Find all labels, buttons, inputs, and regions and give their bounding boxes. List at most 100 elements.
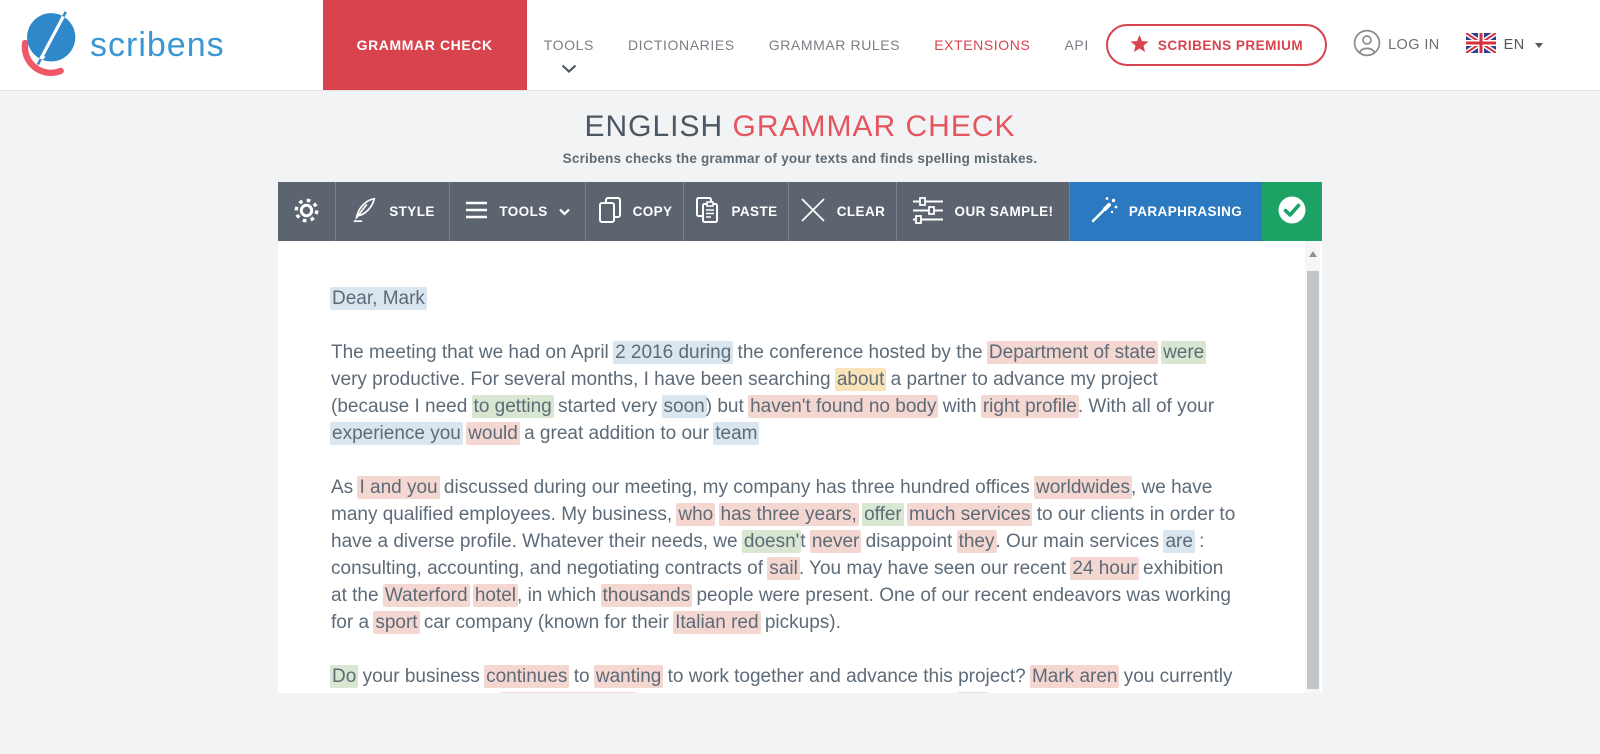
highlight-pink[interactable]: hotel <box>473 584 518 607</box>
text-segment: a great addition to our <box>519 423 714 444</box>
highlight-pink[interactable]: Waterford <box>383 584 470 607</box>
editor-scrollbar <box>1305 241 1320 693</box>
paragraph: Do your business continues to wanting to… <box>331 663 1236 693</box>
text-segment: The meeting that we had on April <box>331 342 614 363</box>
text-segment: . You may have seen our recent <box>799 558 1072 579</box>
page-subtitle: Scribens checks the grammar of your text… <box>0 151 1600 166</box>
highlight-pink[interactable]: sport <box>373 611 419 634</box>
editor-pane: Dear, Mark The meeting that we had on Apr… <box>278 241 1322 693</box>
highlight-pink[interactable]: haven't found no body <box>748 395 938 418</box>
highlight-blue[interactable]: experience you <box>330 422 463 445</box>
highlight-green[interactable]: were <box>1161 341 1206 364</box>
highlight-blue[interactable]: are <box>1163 530 1194 553</box>
nav-tools[interactable]: TOOLS <box>527 0 611 90</box>
nav-grammar-check[interactable]: GRAMMAR CHECK <box>323 0 527 90</box>
clipboard-icon <box>694 196 720 227</box>
main-nav: GRAMMAR CHECK TOOLS DICTIONARIES GRAMMAR… <box>323 0 1106 90</box>
highlight-green[interactable]: to getting <box>472 395 554 418</box>
highlight-green[interactable]: Do <box>330 665 358 688</box>
highlight-pink[interactable]: sail <box>767 557 800 580</box>
text-segment: discussed during our meeting, my company… <box>439 477 1035 498</box>
highlight-pink[interactable]: Italian red <box>673 611 760 634</box>
language-selector[interactable]: EN <box>1466 33 1543 57</box>
paste-button[interactable]: PASTE <box>684 182 789 241</box>
text-segment: your business <box>357 666 485 687</box>
page-body: ENGLISH GRAMMAR CHECK Scribens checks th… <box>0 90 1600 754</box>
text-segment: . With all of your <box>1078 396 1214 417</box>
grammar-editor: STYLE TOOLS <box>278 182 1322 693</box>
highlight-blue[interactable]: team <box>713 422 759 445</box>
paragraph: Dear, Mark <box>331 285 1236 312</box>
settings-button[interactable] <box>278 182 336 241</box>
nav-dictionaries[interactable]: DICTIONARIES <box>611 0 752 90</box>
nav-extensions[interactable]: EXTENSIONS <box>917 0 1047 90</box>
scrollbar-thumb[interactable] <box>1307 271 1319 689</box>
text-segment: to work together and advance this projec… <box>662 666 1031 687</box>
copy-button[interactable]: COPY <box>586 182 684 241</box>
editor-text[interactable]: Dear, Mark The meeting that we had on Apr… <box>278 241 1322 693</box>
highlight-pink[interactable]: would <box>466 422 520 445</box>
highlight-yellow[interactable]: about <box>835 368 887 391</box>
brand-name: scribens <box>90 26 225 65</box>
check-circle-icon <box>1277 195 1307 228</box>
highlight-pink[interactable]: right profile <box>981 395 1079 418</box>
page-title: ENGLISH GRAMMAR CHECK <box>0 110 1600 144</box>
person-icon <box>1353 29 1381 61</box>
highlight-pink[interactable]: Department of state <box>987 341 1158 364</box>
highlight-pink[interactable]: Mark aren <box>1030 665 1120 688</box>
text-segment: started very <box>553 396 663 417</box>
highlight-green[interactable]: doesn' <box>742 530 801 553</box>
our-sample-button[interactable]: OUR SAMPLE! <box>897 182 1070 241</box>
quill-icon <box>350 196 378 227</box>
login-button[interactable]: LOG IN <box>1353 29 1440 61</box>
language-code: EN <box>1504 37 1525 53</box>
brand-logo[interactable]: scribens <box>0 0 225 90</box>
highlight-pink[interactable]: who <box>676 503 715 526</box>
highlight-pink[interactable]: they <box>957 530 997 553</box>
menu-icon <box>465 201 488 222</box>
copy-icon <box>597 196 622 227</box>
highlight-blue[interactable]: Dear, Mark <box>330 287 427 310</box>
nav-grammar-rules[interactable]: GRAMMAR RULES <box>752 0 917 90</box>
premium-button[interactable]: SCRIBENS PREMIUM <box>1106 24 1327 66</box>
highlight-pink[interactable]: thousands <box>601 584 693 607</box>
clear-button[interactable]: CLEAR <box>789 182 897 241</box>
highlight-pink[interactable]: I and you <box>357 476 439 499</box>
hero: ENGLISH GRAMMAR CHECK Scribens checks th… <box>0 91 1600 166</box>
nav-api[interactable]: API <box>1047 0 1105 90</box>
text-segment: car company (known for their <box>419 612 675 633</box>
chevron-down-icon <box>561 60 577 76</box>
highlight-green[interactable]: offer <box>862 503 904 526</box>
text-segment: to <box>568 666 594 687</box>
text-segment: with <box>937 396 981 417</box>
highlight-green[interactable]: are <box>957 692 988 693</box>
magic-wand-icon <box>1090 196 1118 227</box>
paraphrasing-button[interactable]: PARAPHRASING <box>1070 182 1262 241</box>
tools-button[interactable]: TOOLS <box>450 182 586 241</box>
highlight-pink[interactable]: never <box>810 530 862 553</box>
text-segment: disappoint <box>860 531 957 552</box>
highlight-blue[interactable]: 2 2016 during <box>613 341 733 364</box>
highlight-pink[interactable]: continues <box>484 665 569 688</box>
highlight-pink[interactable]: worldwides <box>1034 476 1132 499</box>
text-segment: very productive. For several months, I h… <box>331 369 836 390</box>
highlight-pink[interactable]: 24 hour <box>1070 557 1138 580</box>
text-segment: the conference hosted by the <box>732 342 988 363</box>
text-segment: As <box>331 477 358 498</box>
scroll-up-button[interactable] <box>1305 241 1320 267</box>
sliders-icon <box>913 197 944 227</box>
top-navbar: scribens GRAMMAR CHECK TOOLS DICTIONARIE… <box>0 0 1600 90</box>
quill-globe-icon <box>16 10 80 81</box>
star-icon <box>1130 35 1149 56</box>
highlight-pink[interactable]: much services <box>907 503 1032 526</box>
highlight-pink[interactable]: wanting <box>594 665 664 688</box>
highlight-blue[interactable]: soon <box>662 395 707 418</box>
style-button[interactable]: STYLE <box>336 182 450 241</box>
text-segment: pickups). <box>760 612 841 633</box>
paragraph: The meeting that we had on April 2 2016 … <box>331 339 1236 447</box>
x-icon <box>800 197 826 226</box>
header-actions: SCRIBENS PREMIUM LOG IN <box>1106 0 1600 90</box>
highlight-pink[interactable]: biggest projects <box>500 692 637 693</box>
highlight-pink[interactable]: has three years, <box>719 503 859 526</box>
check-grammar-button[interactable] <box>1262 182 1322 241</box>
